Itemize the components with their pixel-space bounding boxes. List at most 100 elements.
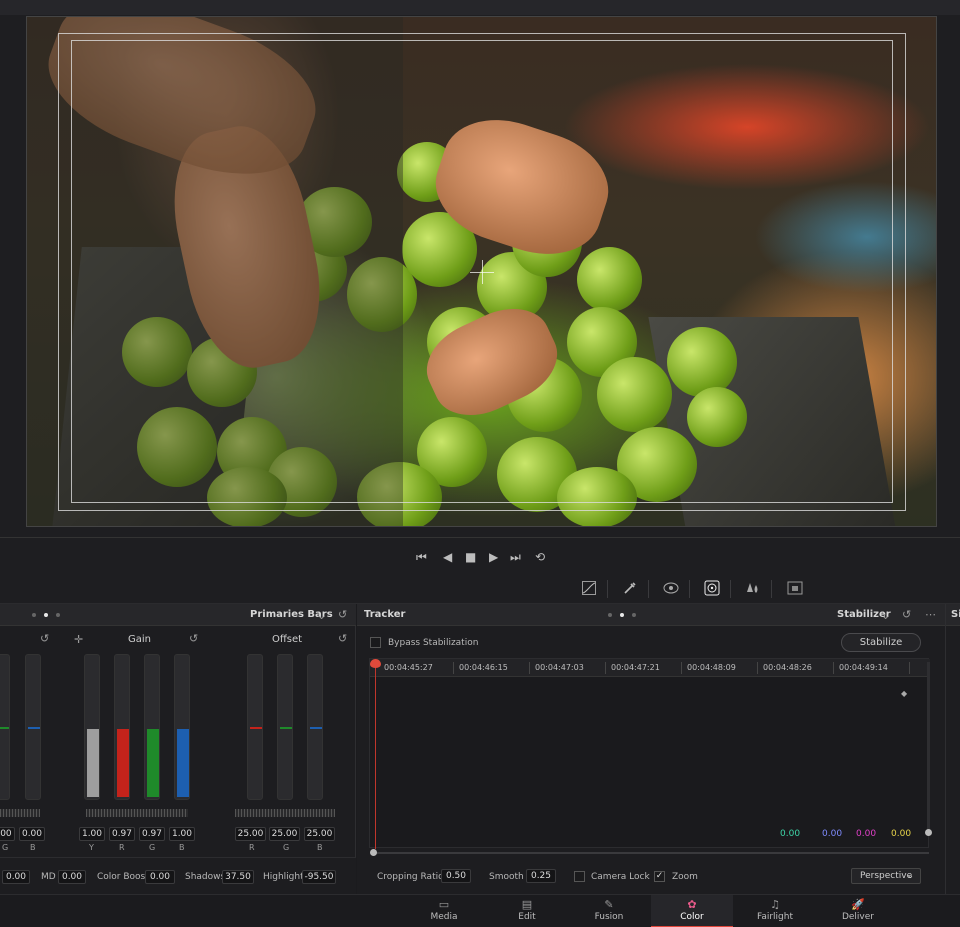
window-icon[interactable] (663, 580, 679, 596)
more-options-icon[interactable]: ⋯ (925, 608, 936, 621)
play-icon[interactable]: ▶ (489, 550, 498, 564)
chevron-down-icon[interactable]: ⌄ (881, 609, 890, 622)
ruler-tick (529, 662, 530, 674)
page-tab-fusion[interactable]: ✎ Fusion (568, 895, 650, 927)
keyframe-diamond-icon[interactable]: ◆ (901, 689, 907, 698)
gain-value-r[interactable]: 0.97 (109, 827, 135, 841)
page-dot[interactable] (608, 613, 612, 617)
gain-bar-y[interactable] (84, 654, 100, 800)
tracker-level-value: 0.00 (780, 829, 801, 839)
ruler-tick (681, 662, 682, 674)
curves-icon[interactable] (581, 580, 597, 596)
offset-title: Offset (272, 634, 303, 645)
lift-value-b[interactable]: 0.00 (19, 827, 45, 841)
tracker-level-value: 0.00 (891, 829, 912, 839)
lift-reset-icon[interactable]: ↺ (40, 632, 49, 645)
timecode-label: 00:04:46:15 (459, 663, 508, 672)
ruler-tick (453, 662, 454, 674)
md-value[interactable]: 0.00 (58, 870, 86, 884)
gain-bar-r[interactable] (114, 654, 130, 800)
page-dot-active[interactable] (620, 613, 624, 617)
vertical-zoom-handle[interactable] (925, 829, 932, 836)
blur-icon[interactable] (745, 580, 761, 596)
key-icon[interactable] (787, 580, 803, 596)
shadows-label: Shadows (185, 872, 226, 882)
page-tab-deliver[interactable]: 🚀 Deliver (817, 895, 899, 927)
page-tab-color[interactable]: ✿ Color (651, 895, 733, 927)
cropping-ratio-value[interactable]: 0.50 (441, 869, 471, 883)
bypass-stabilization-checkbox[interactable] (370, 637, 381, 648)
lift-jog-wheel[interactable] (0, 809, 40, 817)
color-boost-value[interactable]: 0.00 (145, 870, 175, 884)
lift-bar-b[interactable] (25, 654, 41, 800)
go-to-first-icon[interactable]: ⏮ (416, 550, 427, 565)
stabilize-button[interactable]: Stabilize (841, 633, 921, 652)
timecode-ruler[interactable]: 00:04:45:27 00:04:46:15 00:04:47:03 00:0… (370, 659, 930, 677)
tool-divider (607, 580, 608, 598)
offset-reset-icon[interactable]: ↺ (338, 632, 347, 645)
page-dot[interactable] (56, 613, 60, 617)
channel-label: Y (89, 843, 94, 852)
ruler-tick (605, 662, 606, 674)
highlights-value[interactable]: -95.50 (302, 870, 336, 884)
bypass-stabilization-label: Bypass Stabilization (388, 638, 479, 648)
loop-icon[interactable]: ⟲ (535, 550, 545, 564)
vertical-scrollbar[interactable] (927, 662, 930, 834)
chevron-down-icon[interactable]: ⌄ (317, 609, 326, 622)
camera-lock-checkbox[interactable] (574, 871, 585, 882)
page-tab-label: Edit (518, 912, 536, 922)
zoom-checkbox[interactable]: ✓ (654, 871, 665, 882)
horizontal-scrollbar[interactable] (373, 852, 929, 854)
offset-bar-b[interactable] (307, 654, 323, 800)
offset-jog-wheel[interactable] (235, 809, 335, 817)
page-dot-active[interactable] (44, 613, 48, 617)
shadows-value[interactable]: 37.50 (222, 870, 254, 884)
page-tab-fairlight[interactable]: ♫ Fairlight (734, 895, 816, 927)
tracker-icon[interactable] (704, 580, 720, 596)
fusion-icon: ✎ (604, 898, 614, 911)
reset-icon[interactable]: ↺ (338, 608, 347, 621)
gain-value-g[interactable]: 0.97 (139, 827, 165, 841)
tool-divider (730, 580, 731, 598)
offset-value-r[interactable]: 25.00 (235, 827, 266, 841)
playhead-handle-icon[interactable] (370, 659, 381, 668)
tracker-graph[interactable]: 00:04:45:27 00:04:46:15 00:04:47:03 00:0… (369, 658, 930, 849)
page-dot[interactable] (32, 613, 36, 617)
page-dot[interactable] (632, 613, 636, 617)
page-tab-edit[interactable]: ▤ Edit (486, 895, 568, 927)
page-tab-label: Fairlight (756, 912, 793, 922)
eyedropper-icon[interactable] (622, 580, 638, 596)
play-reverse-icon[interactable]: ◀ (443, 550, 452, 564)
playhead[interactable] (375, 659, 376, 849)
page-tab-media[interactable]: ▭ Media (403, 895, 485, 927)
gain-title: Gain (128, 634, 151, 645)
tracker-title: Tracker (364, 609, 406, 620)
gain-bar-g[interactable] (144, 654, 160, 800)
color-picker-icon[interactable]: ✛ (74, 633, 83, 646)
stop-icon[interactable]: ■ (465, 550, 476, 564)
lift-bar-g[interactable] (0, 654, 10, 800)
offset-bar-g[interactable] (277, 654, 293, 800)
gain-value-y[interactable]: 1.00 (79, 827, 105, 841)
go-to-last-icon[interactable]: ⏭ (510, 550, 521, 565)
lift-value-g[interactable]: .00 (0, 827, 15, 841)
sizing-panel-title[interactable]: Si (951, 609, 960, 620)
reset-icon[interactable]: ↺ (902, 608, 911, 621)
horizontal-zoom-handle[interactable] (370, 849, 377, 856)
perspective-select[interactable]: Perspective ⌄ (851, 868, 921, 884)
sizing-panel-edge: Si (945, 604, 960, 894)
smooth-value[interactable]: 0.25 (526, 869, 556, 883)
viewer-image[interactable] (26, 16, 937, 527)
gain-jog-wheel[interactable] (86, 809, 188, 817)
channel-label: G (2, 843, 9, 852)
gain-bar-b[interactable] (174, 654, 190, 800)
gain-reset-icon[interactable]: ↺ (189, 632, 198, 645)
param-value[interactable]: 0.00 (2, 870, 30, 884)
channel-label: R (119, 843, 125, 852)
gain-value-b[interactable]: 1.00 (169, 827, 195, 841)
crosshair-icon-v (482, 260, 483, 284)
offset-value-b[interactable]: 25.00 (304, 827, 335, 841)
smooth-label: Smooth (489, 872, 524, 882)
offset-value-g[interactable]: 25.00 (269, 827, 300, 841)
offset-bar-r[interactable] (247, 654, 263, 800)
